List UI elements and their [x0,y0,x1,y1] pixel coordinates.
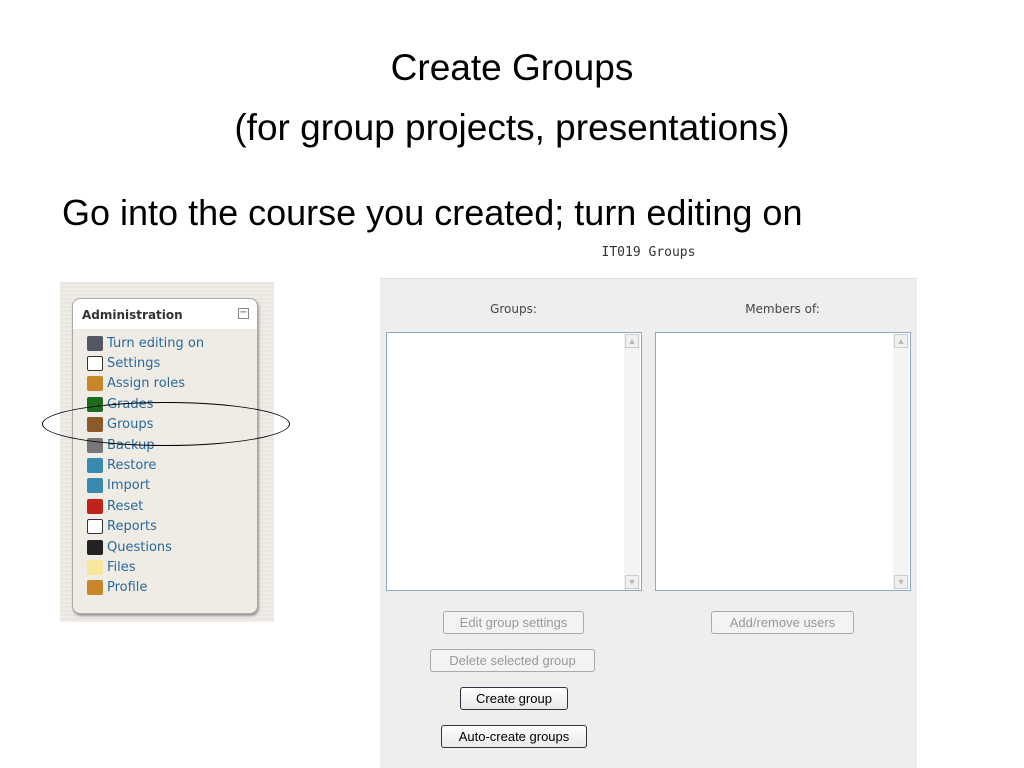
edit-icon [87,335,103,351]
admin-item-label: Restore [107,458,157,474]
admin-item-label: Files [107,559,136,575]
admin-item-label: Turn editing on [107,335,205,351]
admin-item-label: Import [107,478,151,494]
add-remove-users-button[interactable]: Add/remove users [711,611,854,634]
groups-panel: Groups: Members of: ▲ ▼ ▲ ▼ Edit group set… [380,278,917,768]
groups-label: Groups: [490,302,537,316]
admin-item-files[interactable]: Files [87,557,257,577]
restore-icon [87,458,103,474]
admin-item-settings[interactable]: Settings [87,353,257,373]
import-icon [87,478,103,494]
admin-item-label: Assign roles [107,376,186,392]
administration-heading: Administration [82,308,183,322]
admin-item-reports[interactable]: Reports [87,517,257,537]
admin-item-label: Profile [107,580,148,596]
highlight-ellipse [42,402,290,446]
settings-icon [87,356,103,372]
slide-title-line1: Create Groups [390,47,634,88]
groups-page-title: IT019 Groups [601,245,696,260]
scroll-down-icon[interactable]: ▼ [894,575,908,589]
reports-icon [87,519,103,535]
admin-item-label: Reset [107,498,144,514]
slide-title-line2: (for group projects, presentations) [234,107,790,148]
admin-item-profile[interactable]: Profile [87,578,257,598]
collapse-icon[interactable]: − [238,308,249,319]
administration-block: Administration − Turn editing on Settings… [72,298,258,614]
admin-item-import[interactable]: Import [87,476,257,496]
profile-icon [87,580,103,596]
create-group-button[interactable]: Create group [460,687,568,710]
scrollbar[interactable]: ▲ ▼ [624,334,640,589]
admin-item-reset[interactable]: Reset [87,496,257,516]
scroll-up-icon[interactable]: ▲ [625,334,639,348]
auto-create-groups-button[interactable]: Auto-create groups [441,725,587,748]
members-listbox[interactable]: ▲ ▼ [655,332,911,591]
admin-item-turn-editing-on[interactable]: Turn editing on [87,333,257,353]
scroll-up-icon[interactable]: ▲ [894,334,908,348]
scrollbar[interactable]: ▲ ▼ [893,334,909,589]
slide-subtitle: Go into the course you created; turn edi… [62,192,803,233]
questions-icon [87,539,103,555]
admin-item-label: Settings [107,356,161,372]
admin-item-questions[interactable]: Questions [87,537,257,557]
roles-icon [87,376,103,392]
members-label: Members of: [745,302,820,316]
scroll-down-icon[interactable]: ▼ [625,575,639,589]
delete-selected-group-button[interactable]: Delete selected group [430,649,595,672]
admin-item-assign-roles[interactable]: Assign roles [87,374,257,394]
admin-item-label: Reports [107,519,157,535]
admin-item-restore[interactable]: Restore [87,455,257,475]
folder-icon [87,559,103,575]
administration-screenshot: Administration − Turn editing on Settings… [60,282,274,622]
administration-header: Administration − [73,299,257,329]
admin-item-label: Questions [107,539,172,555]
reset-icon [87,498,103,514]
edit-group-settings-button[interactable]: Edit group settings [443,611,584,634]
groups-listbox[interactable]: ▲ ▼ [386,332,642,591]
